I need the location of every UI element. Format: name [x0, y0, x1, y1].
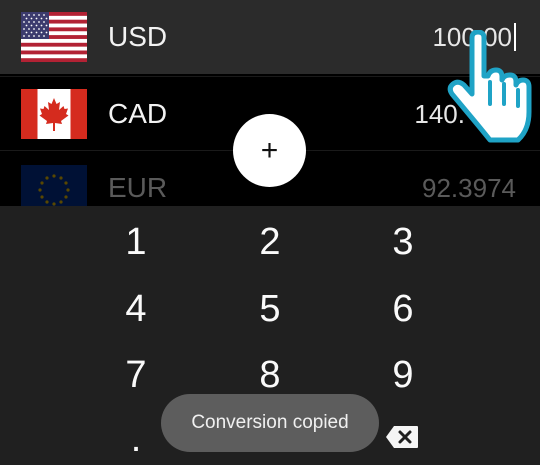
- currency-code: USD: [108, 21, 168, 52]
- tap-hand-icon: [438, 29, 534, 148]
- toast-message: Conversion copied: [161, 394, 379, 452]
- add-currency-button[interactable]: +: [233, 114, 306, 187]
- ca-flag-icon: [21, 89, 87, 139]
- key-9[interactable]: 9: [353, 345, 453, 405]
- key-4[interactable]: 4: [86, 279, 186, 339]
- us-flag-icon: [21, 12, 87, 62]
- key-2[interactable]: 2: [220, 212, 320, 272]
- converted-amount: 92.3974: [422, 173, 516, 203]
- eu-flag-icon: [21, 165, 87, 206]
- currency-code: EUR: [108, 172, 168, 203]
- backspace-icon[interactable]: [385, 425, 419, 449]
- currency-converter-screen: USD 100.00 CAD 140.: [0, 0, 540, 465]
- key-5[interactable]: 5: [220, 279, 320, 339]
- key-1[interactable]: 1: [86, 212, 186, 272]
- currency-code: CAD: [108, 98, 168, 129]
- key-6[interactable]: 6: [353, 279, 453, 339]
- plus-icon: +: [260, 133, 279, 167]
- key-3[interactable]: 3: [353, 212, 453, 272]
- key-7[interactable]: 7: [86, 345, 186, 405]
